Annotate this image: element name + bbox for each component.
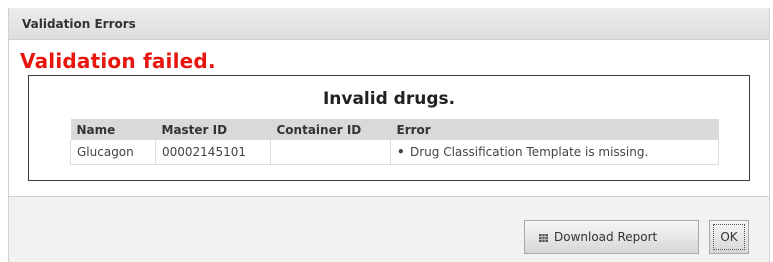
error-cell: • Drug Classification Template is missing…	[390, 140, 719, 165]
dialog-title: Validation Errors	[22, 17, 136, 31]
column-header-error: Error	[390, 119, 719, 140]
column-header-name: Name	[70, 119, 156, 140]
table-header-row: Name Master ID Container ID Error	[70, 119, 719, 140]
invalid-drugs-table: Name Master ID Container ID Error Glucag…	[70, 119, 719, 165]
table-row: Glucagon 00002145101 • Drug Classificatio…	[70, 140, 719, 165]
invalid-drugs-caption: Invalid drugs.	[322, 89, 456, 109]
download-report-label: Download Report	[554, 230, 658, 244]
validation-status-message: Validation failed.	[20, 49, 216, 73]
column-header-container-id: Container ID	[270, 119, 391, 140]
error-message: Drug Classification Template is missing.	[410, 145, 649, 159]
master-id-cell: 00002145101	[155, 140, 271, 165]
dialog-footer: Download Report OK	[9, 196, 769, 262]
invalid-drugs-panel: Invalid drugs. Name Master ID Container …	[28, 75, 750, 181]
download-report-button[interactable]: Download Report	[524, 220, 699, 254]
bullet-icon: •	[397, 145, 405, 159]
column-header-master-id: Master ID	[155, 119, 271, 140]
container-id-cell	[270, 140, 391, 165]
validation-errors-dialog: Validation Errors Validation failed. Inv…	[8, 8, 770, 262]
dialog-titlebar: Validation Errors	[9, 8, 769, 40]
ok-label: OK	[720, 230, 738, 244]
drug-name-cell: Glucagon	[70, 140, 156, 165]
grid-icon	[539, 234, 548, 242]
ok-button[interactable]: OK	[709, 220, 749, 254]
